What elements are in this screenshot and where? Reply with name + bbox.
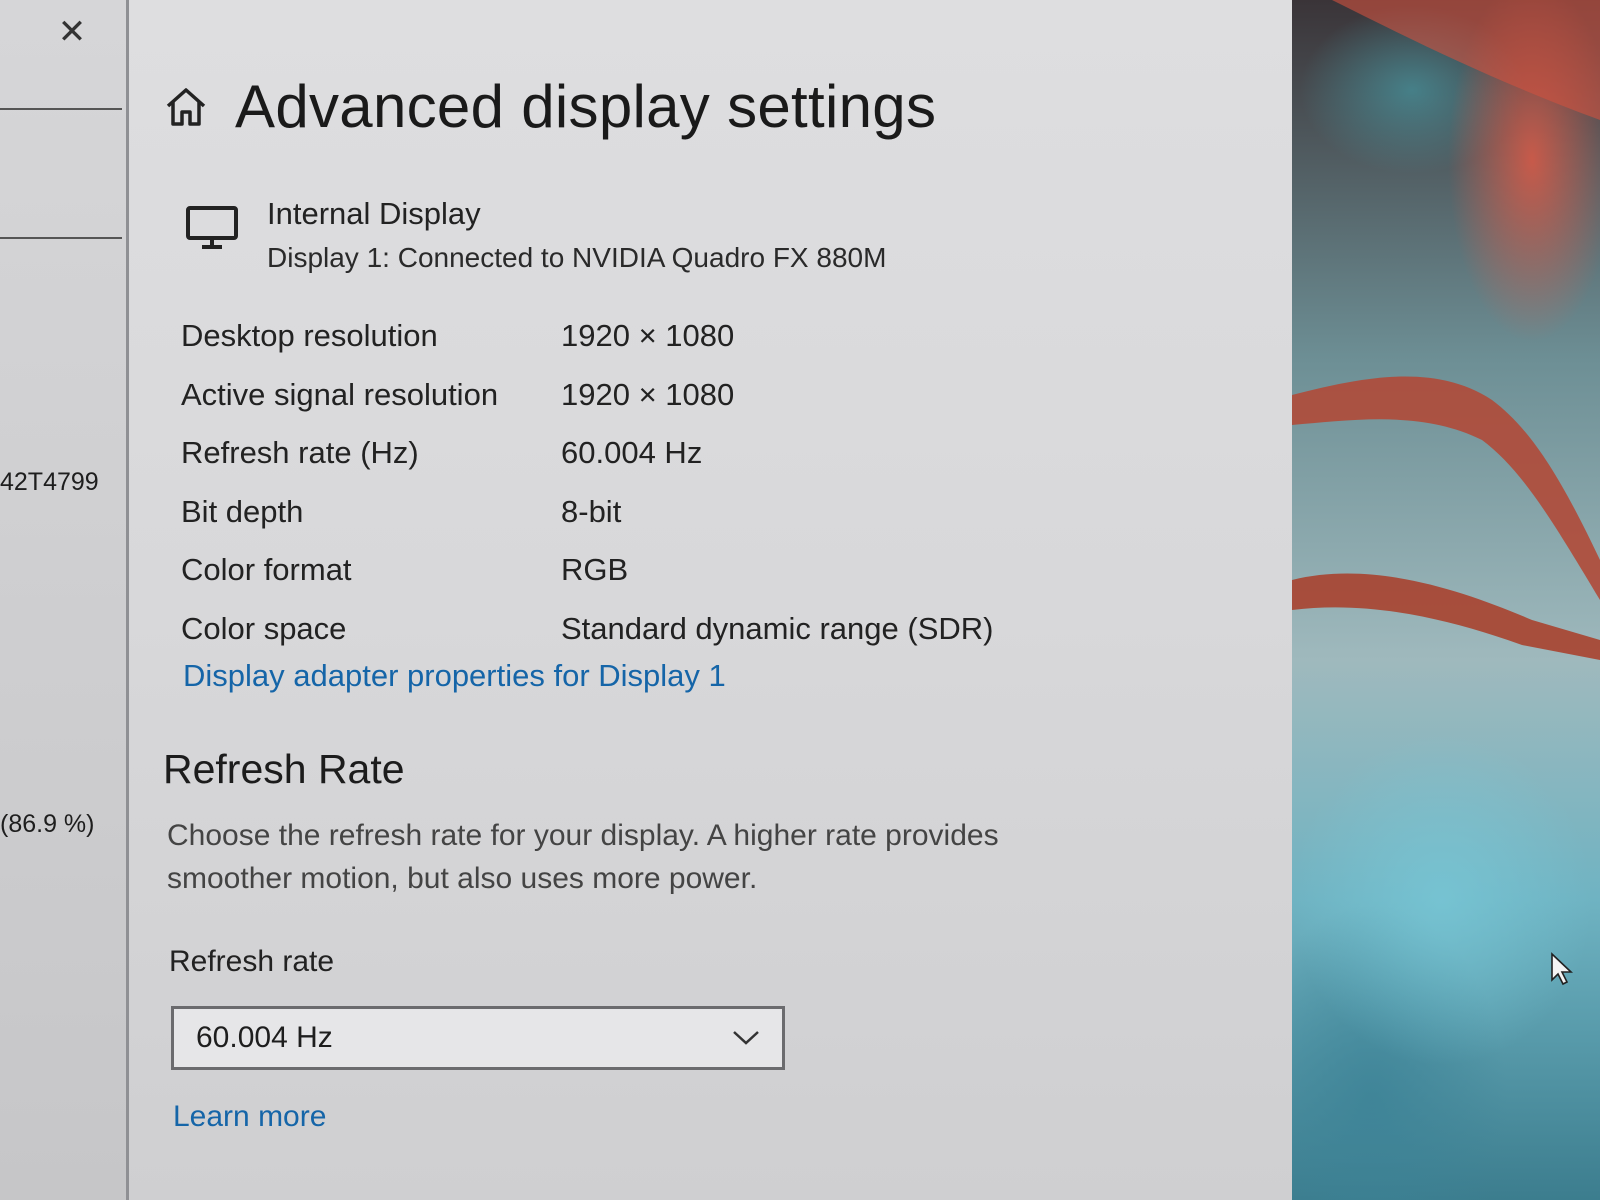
learn-more-link[interactable]: Learn more [173,1100,326,1134]
wallpaper-art [1292,0,1600,660]
display-properties: Desktop resolution 1920 × 1080 Active si… [181,307,993,658]
cursor-icon [1551,952,1574,986]
page-title: Advanced display settings [235,73,937,140]
display-adapter-properties-link[interactable]: Display adapter properties for Display 1 [183,658,726,694]
refresh-rate-field-label: Refresh rate [169,945,335,978]
property-value: RGB [561,552,629,588]
property-row: Color format RGB [181,541,993,600]
display-name: Internal Display [267,196,481,231]
monitor-icon [186,206,238,249]
property-row: Active signal resolution 1920 × 1080 [181,366,993,425]
refresh-rate-selected-value: 60.004 Hz [196,1021,333,1054]
property-row: Refresh rate (Hz) 60.004 Hz [181,424,993,483]
property-value: 1920 × 1080 [561,318,735,354]
property-label: Desktop resolution [181,318,438,354]
property-label: Color space [181,610,347,646]
background-window: ✕ 42T4799 (86.9 %) [0,0,129,1200]
close-icon[interactable]: ✕ [56,12,88,52]
property-value: Standard dynamic range (SDR) [561,610,994,646]
refresh-rate-description: Choose the refresh rate for your display… [167,819,999,895]
property-label: Bit depth [181,493,304,529]
chevron-down-icon [733,1031,759,1045]
page-header: Advanced display settings [163,72,936,141]
property-label: Active signal resolution [181,376,499,412]
display-connection: Display 1: Connected to NVIDIA Quadro FX… [267,242,887,273]
desktop-wallpaper [1292,0,1600,1200]
property-row: Color space Standard dynamic range (SDR) [181,600,993,659]
property-row: Desktop resolution 1920 × 1080 [181,307,993,366]
home-icon[interactable] [163,84,209,130]
background-text: (86.9 %) [0,810,95,838]
property-label: Color format [181,552,352,588]
property-label: Refresh rate (Hz) [181,435,419,471]
refresh-rate-section-title: Refresh Rate [163,746,405,792]
property-value: 8-bit [561,493,622,529]
background-text: 42T4799 [0,468,99,496]
property-value: 1920 × 1080 [561,376,735,412]
refresh-rate-dropdown[interactable]: 60.004 Hz [171,1006,785,1070]
advanced-display-settings-panel: Advanced display settings Internal Displ… [129,0,1294,1200]
divider [0,108,122,110]
display-info: Internal Display Display 1: Connected to… [185,196,886,274]
property-value: 60.004 Hz [561,435,703,471]
display-text: Internal Display Display 1: Connected to… [267,196,886,274]
divider [0,237,122,239]
property-row: Bit depth 8-bit [181,483,993,542]
